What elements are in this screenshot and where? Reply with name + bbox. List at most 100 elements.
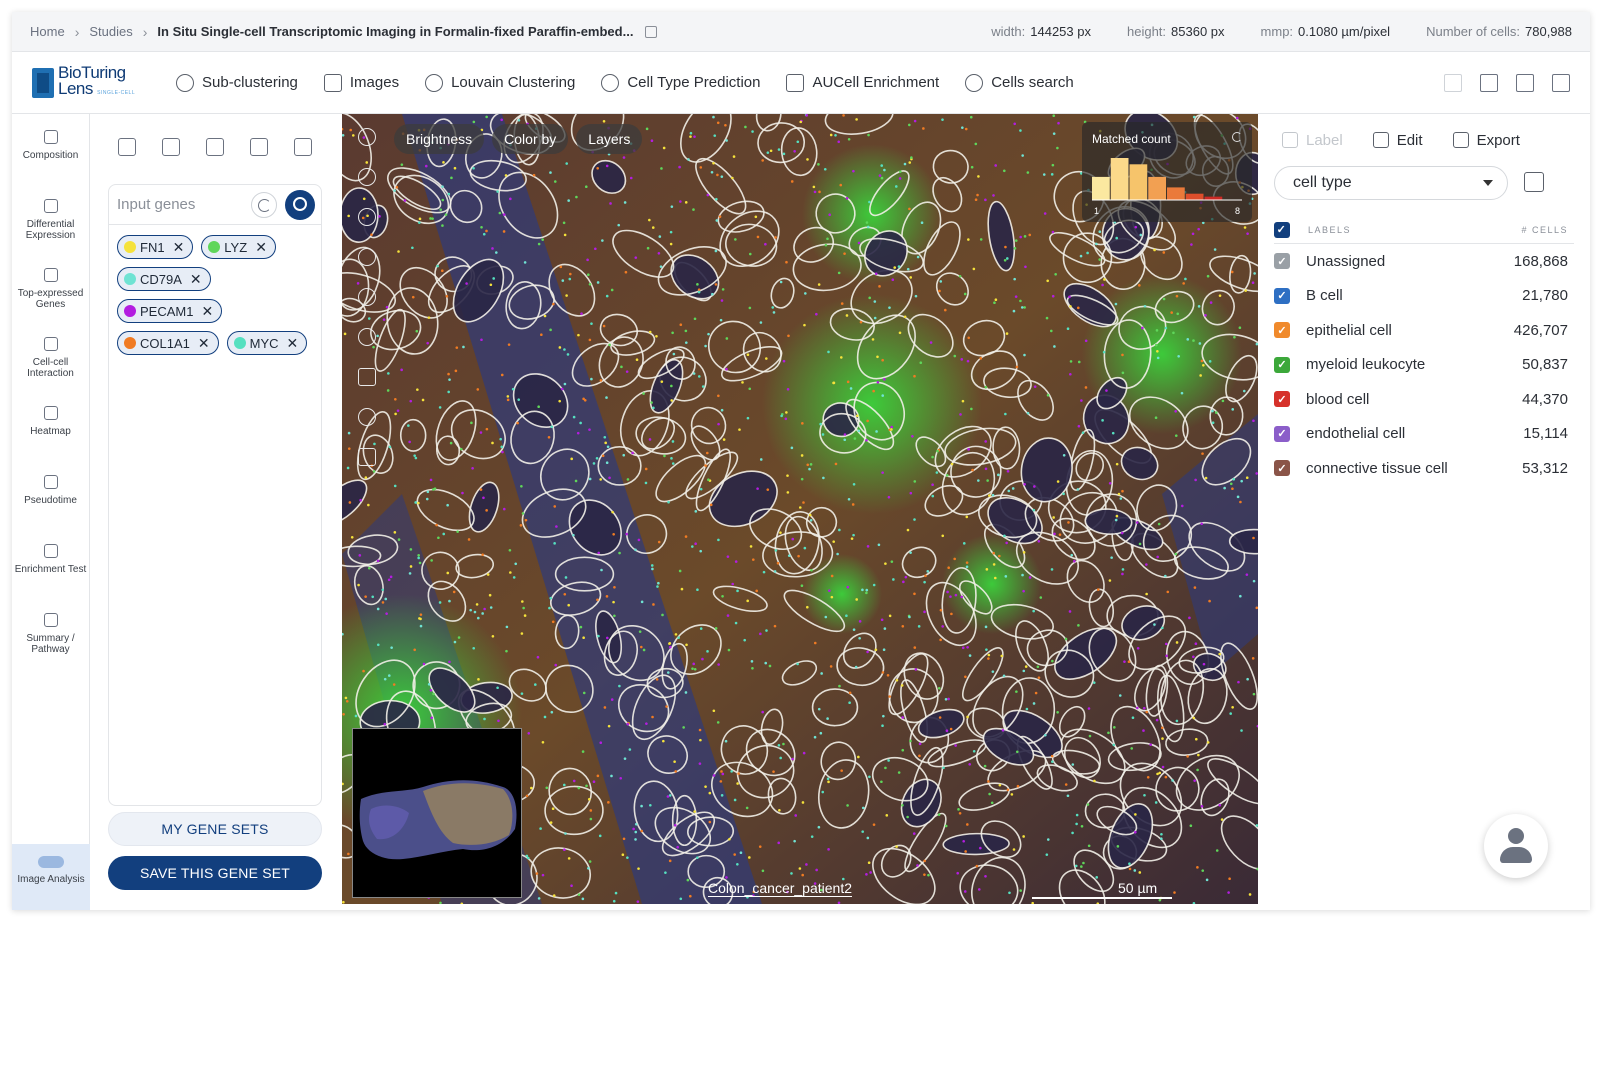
label-checkbox[interactable]: ✓ [1274, 322, 1290, 339]
transcript-dot [903, 315, 907, 319]
transcript-dot [517, 398, 521, 401]
bioturing-lens-logo[interactable]: BioTuring Lens SINGLE-CELL [12, 64, 152, 101]
gene-chip[interactable]: MYC ✕ [226, 331, 308, 355]
label-checkbox[interactable]: ✓ [1274, 356, 1290, 373]
label-button[interactable]: Label [1282, 132, 1343, 149]
gene-chip[interactable]: FN1 ✕ [117, 235, 194, 259]
cell-type-prediction-button[interactable]: Cell Type Prediction [601, 73, 760, 92]
select-all-checkbox[interactable]: ✓ [1274, 221, 1290, 238]
rail-image-analysis[interactable]: Image Analysis [12, 844, 90, 910]
pie-chart-icon[interactable] [250, 138, 268, 156]
share-icon[interactable] [1552, 73, 1570, 92]
overview-minimap[interactable] [352, 728, 522, 898]
label-checkbox[interactable]: ✓ [1274, 391, 1290, 408]
rail-top-expressed-genes[interactable]: Top-expressed Genes [12, 252, 89, 321]
rail-cell-cell-interaction[interactable]: Cell-cell Interaction [12, 321, 89, 390]
label-row[interactable]: ✓ blood cell 44,370 [1274, 382, 1574, 417]
save-icon[interactable] [1444, 73, 1462, 92]
label-checkbox[interactable]: ✓ [1274, 425, 1290, 442]
select-cells-icon[interactable] [358, 328, 376, 346]
transcript-dot [448, 660, 451, 664]
metadata-select[interactable]: cell type [1274, 166, 1508, 200]
bookmark-icon[interactable] [1516, 73, 1534, 92]
save-gene-set-button[interactable]: SAVE THIS GENE SET [108, 856, 322, 890]
transcript-dot [417, 556, 420, 560]
labels-column-header[interactable]: LABELS [1308, 225, 1351, 235]
sample-selector[interactable]: Colon_cancer_patient2 [708, 880, 852, 897]
search-icon[interactable] [285, 189, 315, 220]
transcript-dot [898, 331, 902, 335]
aucell-enrichment-button[interactable]: AUCell Enrichment [786, 73, 939, 92]
layers-button[interactable]: Layers [576, 124, 643, 154]
remove-gene-icon[interactable]: ✕ [201, 303, 213, 320]
remove-gene-icon[interactable]: ✕ [173, 239, 185, 256]
breadcrumb-studies[interactable]: Studies [89, 24, 132, 39]
connect-icon[interactable] [358, 408, 376, 426]
transcript-dot [1002, 674, 1006, 678]
rail-composition[interactable]: Composition [12, 114, 89, 183]
transcript-dot [785, 411, 788, 414]
remove-gene-icon[interactable]: ✕ [287, 335, 299, 352]
location-pin-icon[interactable] [358, 128, 376, 146]
labels-table-header: ✓ LABELS # CELLS [1274, 216, 1574, 244]
label-row[interactable]: ✓ B cell 21,780 [1274, 279, 1574, 314]
label-checkbox[interactable]: ✓ [1274, 460, 1290, 477]
diamond-view-icon[interactable] [118, 138, 136, 156]
remove-gene-icon[interactable]: ✕ [255, 239, 267, 256]
cells-column-header[interactable]: # CELLS [1521, 225, 1574, 235]
transcript-dot [1096, 588, 1100, 591]
gene-chip[interactable]: PECAM1 ✕ [117, 299, 223, 323]
analysis-tools: Sub-clustering Images Louvain Clustering… [176, 73, 1074, 92]
lasso-icon[interactable] [358, 288, 376, 306]
archive-icon[interactable] [1480, 73, 1498, 92]
user-avatar[interactable] [1484, 814, 1548, 878]
bar-chart-icon[interactable] [162, 138, 180, 156]
label-checkbox[interactable]: ✓ [1274, 287, 1290, 304]
label-row[interactable]: ✓ endothelial cell 15,114 [1274, 417, 1574, 452]
edit-metadata-icon[interactable] [1524, 172, 1544, 192]
gene-chip[interactable]: CD79A ✕ [117, 267, 211, 291]
label-row[interactable]: ✓ Unassigned 168,868 [1274, 244, 1574, 279]
breadcrumb-home[interactable]: Home [30, 24, 65, 39]
reset-legend-icon[interactable] [1232, 132, 1242, 142]
tissue-image-viewer[interactable]: Brightness Color by Layers Matched count… [342, 114, 1258, 904]
refresh-icon[interactable] [251, 191, 277, 218]
label-checkbox[interactable]: ✓ [1274, 253, 1290, 270]
grid-view-icon[interactable] [206, 138, 224, 156]
rail-enrichment-test[interactable]: Enrichment Test [12, 528, 89, 597]
label-row[interactable]: ✓ myeloid leukocyte 50,837 [1274, 348, 1574, 383]
ruler-icon[interactable] [358, 368, 376, 386]
brightness-button[interactable]: Brightness [394, 124, 485, 154]
transcript-dot [927, 873, 930, 877]
rail-pseudotime[interactable]: Pseudotime [12, 459, 89, 528]
gene-chip[interactable]: LYZ ✕ [201, 235, 276, 259]
gene-chip[interactable]: COL1A1 ✕ [117, 331, 219, 355]
zoom-in-icon[interactable] [358, 168, 376, 186]
transcript-dot [1084, 386, 1088, 389]
download-icon[interactable] [358, 448, 376, 466]
export-button[interactable]: Export [1452, 132, 1520, 149]
edit-button[interactable]: Edit [1372, 132, 1423, 149]
transcript-dot [430, 716, 433, 720]
transcript-dot [548, 606, 551, 610]
color-by-button[interactable]: Color by [492, 124, 569, 154]
remove-gene-icon[interactable]: ✕ [190, 271, 202, 288]
box-plot-icon[interactable] [294, 138, 312, 156]
remove-gene-icon[interactable]: ✕ [198, 335, 210, 352]
cells-search-button[interactable]: Cells search [965, 73, 1074, 92]
louvain-clustering-button[interactable]: Louvain Clustering [425, 73, 575, 92]
zoom-out-icon[interactable] [358, 208, 376, 226]
label-row[interactable]: ✓ connective tissue cell 53,312 [1274, 451, 1574, 486]
label-row[interactable]: ✓ epithelial cell 426,707 [1274, 313, 1574, 348]
rail-summary-pathway[interactable]: Summary / Pathway [12, 597, 89, 666]
rail-differential-expression[interactable]: Differential Expression [12, 183, 89, 252]
transcript-dot [1021, 154, 1024, 157]
rotate-icon[interactable] [358, 248, 376, 266]
gene-input[interactable] [117, 196, 247, 213]
sub-clustering-button[interactable]: Sub-clustering [176, 73, 298, 92]
transcript-dot [577, 786, 581, 790]
my-gene-sets-button[interactable]: MY GENE SETS [108, 812, 322, 846]
rail-heatmap[interactable]: Heatmap [12, 390, 89, 459]
images-button[interactable]: Images [323, 73, 399, 92]
edit-title-icon[interactable] [645, 25, 658, 38]
